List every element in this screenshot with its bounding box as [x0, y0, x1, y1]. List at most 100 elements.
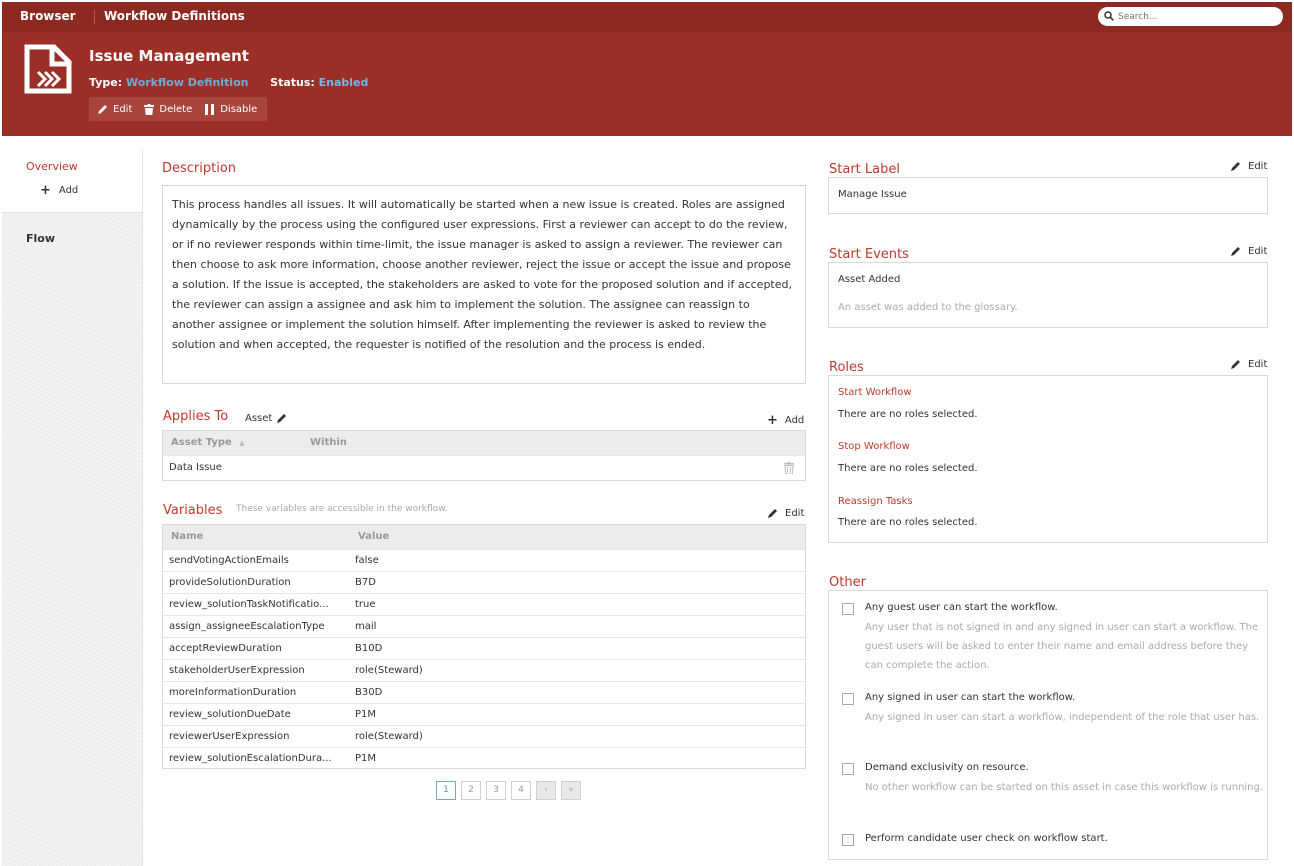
- search-box[interactable]: [1098, 7, 1283, 26]
- demand-exclusivity-description: No other workflow can be started on this…: [865, 782, 1264, 793]
- page-3-button[interactable]: 3: [486, 781, 506, 800]
- column-header-within[interactable]: Within: [310, 437, 347, 448]
- start-events-box: Asset Added An asset was added to the gl…: [828, 262, 1268, 328]
- applies-to-add-button[interactable]: + Add: [767, 413, 804, 428]
- demand-exclusivity-label: Demand exclusivity on resource.: [865, 762, 1029, 773]
- pencil-icon: [1231, 162, 1240, 171]
- variable-name-cell: sendVotingActionEmails: [169, 555, 289, 566]
- table-row: reviewerUserExpression role(Steward): [163, 725, 805, 747]
- roles-edit-label: Edit: [1248, 359, 1268, 370]
- variable-name-cell: stakeholderUserExpression: [169, 665, 305, 676]
- table-row: acceptReviewDuration B10D: [163, 637, 805, 659]
- variable-value-cell: B30D: [355, 687, 383, 698]
- variables-hint: These variables are accessible in the wo…: [236, 504, 448, 514]
- column-header-value[interactable]: Value: [358, 531, 389, 542]
- page-4-button[interactable]: 4: [511, 781, 531, 800]
- start-event-description: An asset was added to the glossary.: [838, 302, 1018, 313]
- start-events-edit-label: Edit: [1248, 246, 1268, 257]
- column-header-name[interactable]: Name: [171, 531, 203, 542]
- candidate-user-check-label: Perform candidate user check on workflow…: [865, 833, 1108, 844]
- sidebar-add-label: Add: [58, 185, 79, 196]
- status-label: Status:: [270, 76, 315, 89]
- start-events-edit-button[interactable]: Edit: [1230, 246, 1267, 257]
- pencil-icon: [98, 104, 107, 114]
- signed-in-user-start-checkbox[interactable]: [842, 693, 854, 705]
- table-row: provideSolutionDuration B7D: [163, 571, 805, 593]
- variables-table: Name Value sendVotingActionEmails false pr…: [162, 524, 806, 769]
- description-heading: Description: [162, 161, 237, 176]
- last-page-button[interactable]: »: [561, 781, 581, 800]
- roles-box: Start Workflow There are no roles select…: [828, 375, 1268, 543]
- start-label-edit-button[interactable]: Edit: [1230, 161, 1267, 172]
- edit-button[interactable]: Edit: [97, 104, 132, 115]
- search-icon: [1104, 11, 1114, 21]
- variable-name-cell: moreInformationDuration: [169, 687, 297, 698]
- status-value: Enabled: [318, 76, 369, 89]
- disable-button-label: Disable: [220, 103, 258, 115]
- sidebar-item-overview[interactable]: Overview: [26, 160, 78, 173]
- search-input[interactable]: [1118, 9, 1273, 24]
- trash-icon: [144, 103, 155, 115]
- trash-icon[interactable]: [784, 462, 794, 474]
- asset-type-edit-link[interactable]: Asset: [245, 413, 287, 424]
- column-header-asset-type[interactable]: Asset Type ▲: [171, 437, 245, 448]
- variable-name-cell: provideSolutionDuration: [169, 577, 291, 588]
- table-row: moreInformationDuration B30D: [163, 681, 805, 703]
- roles-edit-button[interactable]: Edit: [1230, 359, 1267, 370]
- role-stop-workflow-label: Stop Workflow: [838, 441, 910, 452]
- pagination: 1 2 3 4 › »: [436, 781, 586, 800]
- variable-name-cell: review_solutionDueDate: [169, 709, 291, 720]
- browser-link[interactable]: Browser: [20, 9, 76, 23]
- type-label: Type:: [89, 76, 123, 89]
- pencil-icon: [768, 509, 777, 518]
- double-chevron-right-icon: »: [568, 785, 574, 795]
- start-label-heading: Start Label: [829, 162, 900, 177]
- guest-user-start-checkbox[interactable]: [842, 603, 854, 615]
- next-page-button[interactable]: ›: [536, 781, 556, 800]
- signed-in-user-start-description: Any signed in user can start a workflow,…: [865, 712, 1260, 723]
- breadcrumb-workflow-definitions[interactable]: Workflow Definitions: [104, 9, 245, 23]
- role-reassign-tasks-label: Reassign Tasks: [838, 496, 913, 507]
- delete-button-label: Delete: [159, 103, 193, 115]
- start-event-name: Asset Added: [838, 274, 901, 285]
- action-bar: Edit Delete Disable: [89, 97, 268, 121]
- sidebar-add-button[interactable]: + Add: [40, 183, 78, 198]
- variable-value-cell: role(Steward): [355, 665, 423, 676]
- page-2-button[interactable]: 2: [461, 781, 481, 800]
- disable-button[interactable]: Disable: [204, 103, 258, 115]
- guest-user-start-description: Any user that is not signed in and any s…: [865, 622, 1259, 671]
- page-title: Issue Management: [89, 47, 249, 65]
- delete-button[interactable]: Delete: [144, 103, 193, 115]
- sidebar: Overview + Add Flow: [2, 150, 143, 866]
- variable-value-cell: P1M: [355, 709, 377, 720]
- page-1-button[interactable]: 1: [436, 781, 456, 800]
- variable-value-cell: true: [355, 599, 376, 610]
- start-label-box: Manage Issue: [828, 177, 1268, 214]
- demand-exclusivity-checkbox[interactable]: [842, 763, 854, 775]
- table-row: review_solutionTaskNotificatio... true: [163, 593, 805, 615]
- sidebar-item-flow[interactable]: Flow: [26, 232, 55, 245]
- variable-value-cell: P1M: [355, 753, 377, 764]
- table-row: assign_assigneeEscalationType mail: [163, 615, 805, 637]
- plus-icon: +: [40, 183, 51, 198]
- asset-meta: Type: Workflow Definition Status: Enable…: [89, 76, 368, 89]
- role-stop-workflow-value: There are no roles selected.: [838, 463, 978, 474]
- other-heading: Other: [829, 575, 866, 590]
- applies-to-table: Asset Type ▲ Within Data Issue: [162, 430, 806, 481]
- asset-link-label: Asset: [245, 413, 273, 424]
- pause-icon: [205, 103, 215, 115]
- table-row: review_solutionEscalationDura... P1M: [163, 747, 805, 769]
- pencil-icon: [1231, 360, 1240, 369]
- topbar-divider: [94, 10, 95, 24]
- table-row: review_solutionDueDate P1M: [163, 703, 805, 725]
- description-text: This process handles all issues. It will…: [162, 185, 806, 384]
- asset-type-cell: Data Issue: [169, 462, 222, 473]
- variable-name-cell: review_solutionTaskNotificatio...: [169, 599, 329, 610]
- top-bar: Browser Workflow Definitions: [2, 2, 1292, 32]
- candidate-user-check-checkbox[interactable]: [842, 834, 854, 846]
- type-value-link[interactable]: Workflow Definition: [126, 76, 249, 89]
- variables-rows: sendVotingActionEmails false provideSoluti…: [163, 549, 805, 769]
- variables-edit-button[interactable]: Edit: [767, 508, 804, 519]
- applies-to-heading: Applies To: [163, 409, 229, 424]
- variables-heading: Variables: [163, 503, 223, 518]
